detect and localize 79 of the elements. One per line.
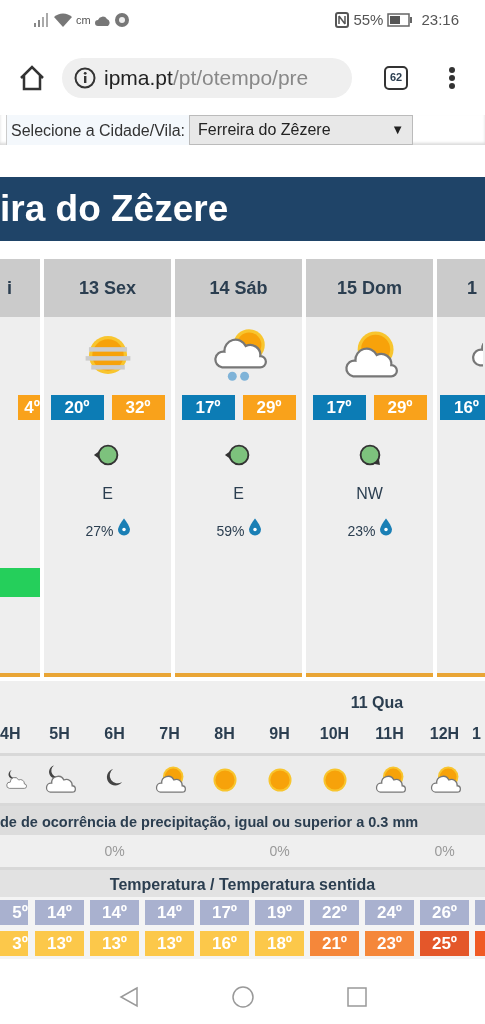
app-icon bbox=[114, 13, 129, 27]
day-header[interactable]: 13 Sex bbox=[44, 259, 171, 317]
min-temperature: 17º bbox=[312, 395, 366, 420]
hour-label: 9H bbox=[268, 724, 291, 744]
moon-cloud-icon bbox=[5, 768, 27, 791]
city-dropdown[interactable]: Ferreira do Zêzere ▼ bbox=[189, 115, 414, 145]
hour-label: 12H bbox=[428, 724, 461, 744]
signal-icon bbox=[34, 13, 50, 27]
section-title: Temperatura / Temperatura sentida bbox=[109, 876, 376, 893]
wifi-icon bbox=[54, 13, 72, 27]
felt-temperature: 23º bbox=[365, 931, 414, 956]
page-title: ira do Zêzere bbox=[0, 188, 229, 229]
max-temperature: 29º bbox=[373, 395, 427, 420]
felt-temperature: 18º bbox=[255, 931, 304, 956]
temperature: 24º bbox=[365, 900, 414, 925]
drop-icon bbox=[117, 518, 130, 536]
hour-label: 7H bbox=[158, 724, 181, 744]
hour-label: 5H bbox=[48, 724, 71, 744]
precipitation-probability: 59% bbox=[216, 522, 245, 541]
day-header[interactable]: 14 Sáb bbox=[175, 259, 302, 317]
hour-label: 4H bbox=[0, 724, 22, 744]
moon-cloud-icon bbox=[43, 763, 76, 796]
cloud-icon bbox=[94, 14, 111, 26]
drop-icon bbox=[248, 518, 261, 536]
temperature: 14º bbox=[35, 900, 84, 925]
battery-icon bbox=[387, 13, 414, 27]
temperature: 26º bbox=[420, 900, 469, 925]
url-text: ipma.pt/pt/otempo/pre bbox=[104, 64, 309, 91]
hour-label: 1 bbox=[472, 724, 482, 744]
felt-temperature: 13º bbox=[90, 931, 139, 956]
hour-label: 11H bbox=[374, 724, 405, 744]
max-temperature: 29º bbox=[242, 395, 296, 420]
day-header[interactable]: 1 bbox=[437, 259, 485, 317]
min-temperature: 16º bbox=[440, 395, 485, 420]
temperature: 22º bbox=[310, 900, 359, 925]
felt-temperature: 13º bbox=[145, 931, 194, 956]
day-header[interactable]: i bbox=[0, 259, 40, 317]
felt-temperature: 25º bbox=[420, 931, 469, 956]
felt-temperature: 16º bbox=[200, 931, 249, 956]
menu-icon[interactable] bbox=[448, 65, 456, 90]
home-icon[interactable] bbox=[18, 63, 46, 92]
battery-percent: 55% bbox=[353, 9, 384, 30]
date-label: 11 Qua bbox=[349, 693, 405, 713]
precipitation-value: 0% bbox=[434, 842, 455, 859]
wind-direction: E bbox=[233, 484, 244, 504]
tab-count[interactable]: 62 bbox=[384, 65, 408, 90]
precipitation-value: 0% bbox=[104, 842, 125, 859]
address-bar[interactable]: ipma.pt/pt/otempo/pre bbox=[62, 57, 352, 98]
section-title: de de ocorrência de precipitação, igual ou superior a 0.3 mm bbox=[0, 814, 419, 830]
precipitation-probability: 23% bbox=[347, 522, 376, 541]
hour-label: 8H bbox=[213, 724, 236, 744]
min-temperature: 20º bbox=[50, 395, 104, 420]
drop-icon bbox=[379, 518, 392, 536]
felt-temperature: 21º bbox=[310, 931, 359, 956]
max-temperature: 4º bbox=[18, 395, 40, 420]
wind-direction: E bbox=[102, 484, 113, 504]
recent-apps-icon[interactable] bbox=[345, 986, 368, 1008]
carrier-label: cm bbox=[76, 12, 91, 28]
temperature: 5º bbox=[0, 900, 28, 925]
hour-label: 10H bbox=[318, 724, 351, 744]
home-button-icon[interactable] bbox=[231, 986, 254, 1008]
field-label: Selecione a Cidade/Vila: bbox=[6, 115, 190, 145]
min-temperature: 17º bbox=[181, 395, 235, 420]
max-temperature: 32º bbox=[111, 395, 165, 420]
felt-temperature: 13º bbox=[35, 931, 84, 956]
wind-direction: NW bbox=[356, 484, 383, 504]
hour-label: 6H bbox=[103, 724, 126, 744]
back-icon[interactable] bbox=[117, 986, 140, 1008]
temperature: 14º bbox=[90, 900, 139, 925]
temperature: 14º bbox=[145, 900, 194, 925]
info-icon bbox=[74, 66, 96, 89]
nfc-icon bbox=[335, 12, 350, 28]
temperature: 17º bbox=[200, 900, 249, 925]
precipitation-probability: 27% bbox=[85, 522, 114, 541]
precipitation-value: 0% bbox=[269, 842, 290, 859]
day-header[interactable]: 15 Dom bbox=[306, 259, 433, 317]
clock: 23:16 bbox=[421, 9, 459, 30]
felt-temperature: 3º bbox=[0, 931, 28, 956]
temperature: 19º bbox=[255, 900, 304, 925]
